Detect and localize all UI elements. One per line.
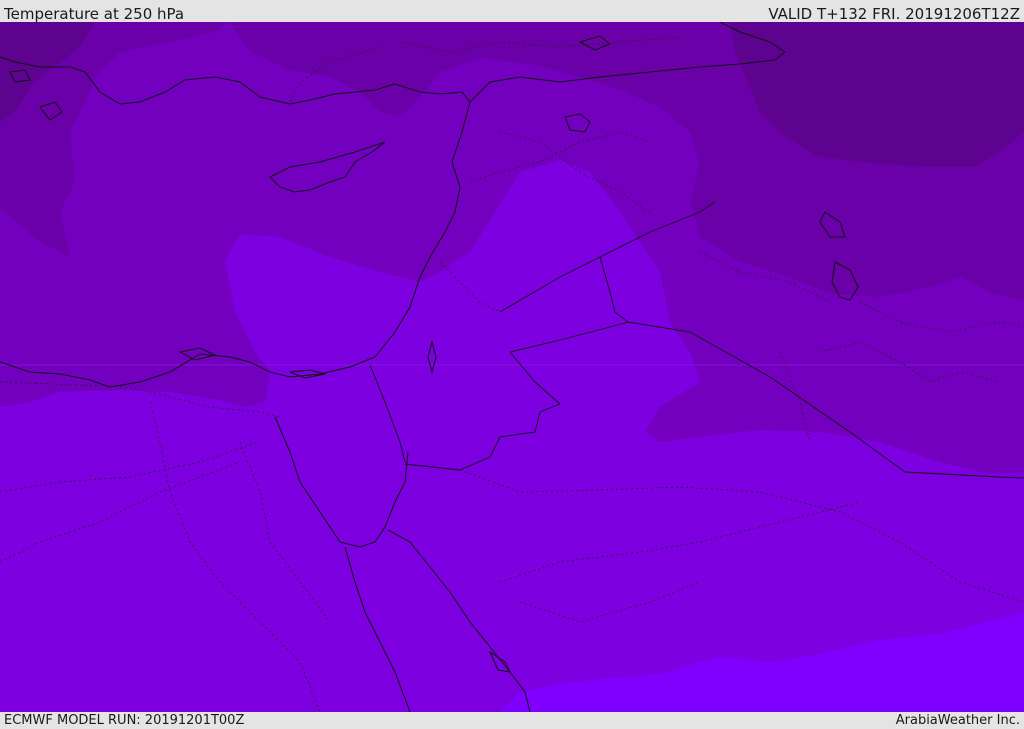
credit-label: ArabiaWeather Inc. [895,713,1020,728]
map-title: Temperature at 250 hPa [4,5,185,23]
map-canvas [0,22,1024,712]
valid-time: VALID T+132 FRI. 20191206T12Z [768,5,1020,23]
weather-map[interactable] [0,22,1024,712]
model-run-label: ECMWF MODEL RUN: 20191201T00Z [4,713,245,728]
footer-bar: ECMWF MODEL RUN: 20191201T00Z ArabiaWeat… [0,712,1024,729]
title-bar: Temperature at 250 hPa VALID T+132 FRI. … [0,0,1024,23]
